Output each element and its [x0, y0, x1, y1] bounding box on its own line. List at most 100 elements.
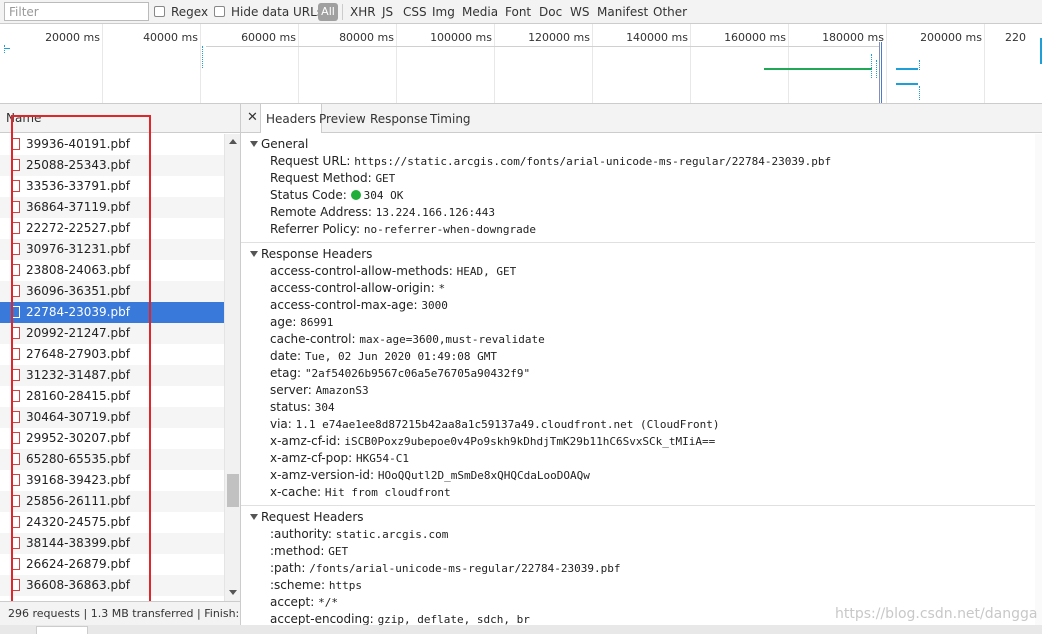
- header-row: access-control-max-age: 3000: [270, 297, 448, 314]
- request-name: 23808-24063.pbf: [26, 263, 130, 277]
- type-filter-doc[interactable]: Doc: [539, 4, 562, 20]
- timeline-request-bar: [764, 68, 872, 70]
- request-name: 30976-31231.pbf: [26, 242, 130, 256]
- header-key: x-cache:: [270, 485, 322, 499]
- type-filter-css[interactable]: CSS: [403, 4, 427, 20]
- request-list-scrollbar[interactable]: [224, 134, 240, 601]
- header-row: x-amz-cf-pop: HKG54-C1: [270, 450, 409, 467]
- request-row[interactable]: 30464-30719.pbf: [0, 407, 224, 428]
- type-filter-js[interactable]: JS: [382, 4, 393, 20]
- hide-data-urls-checkbox[interactable]: Hide data URLs: [214, 4, 323, 20]
- header-value: https: [328, 579, 362, 592]
- request-row[interactable]: 27648-27903.pbf: [0, 344, 224, 365]
- request-name: 36096-36351.pbf: [26, 284, 130, 298]
- timeline-overview[interactable]: 20000 ms 40000 ms 60000 ms 80000 ms 1000…: [0, 24, 1042, 104]
- file-icon: [11, 243, 20, 255]
- file-icon: [11, 579, 20, 591]
- request-row[interactable]: 36096-36351.pbf: [0, 281, 224, 302]
- request-row[interactable]: 33536-33791.pbf: [0, 176, 224, 197]
- scroll-thumb[interactable]: [227, 474, 239, 507]
- type-filter-img[interactable]: Img: [432, 4, 455, 20]
- section-general-toggle[interactable]: General: [250, 137, 308, 151]
- type-filter-ws[interactable]: WS: [570, 4, 589, 20]
- type-filter-manifest[interactable]: Manifest: [597, 4, 648, 20]
- name-column-header[interactable]: Name: [0, 104, 240, 133]
- header-row: Status Code: 304 OK: [270, 187, 403, 204]
- file-icon: [11, 285, 20, 297]
- header-row: :method: GET: [270, 543, 348, 560]
- file-icon: [11, 432, 20, 444]
- header-value: 304 OK: [363, 189, 404, 202]
- request-row[interactable]: 20992-21247.pbf: [0, 323, 224, 344]
- section-title: Response Headers: [261, 247, 373, 261]
- request-row[interactable]: 36608-36863.pbf: [0, 575, 224, 596]
- header-key: etag:: [270, 366, 302, 380]
- request-name: 65280-65535.pbf: [26, 452, 130, 466]
- detail-scrollbar[interactable]: [1035, 134, 1042, 634]
- type-filter-all[interactable]: All: [318, 3, 338, 21]
- request-row[interactable]: 28160-28415.pbf: [0, 386, 224, 407]
- request-row[interactable]: 31232-31487.pbf: [0, 365, 224, 386]
- request-row[interactable]: 29952-30207.pbf: [0, 428, 224, 449]
- header-key: cache-control:: [270, 332, 356, 346]
- scroll-down-arrow-icon[interactable]: [229, 590, 237, 595]
- request-row[interactable]: 22272-22527.pbf: [0, 218, 224, 239]
- section-response-headers-toggle[interactable]: Response Headers: [250, 247, 372, 261]
- header-value: */*: [318, 596, 338, 609]
- network-summary-status: 296 requests | 1.3 MB transferred | Fini…: [0, 601, 241, 625]
- request-row[interactable]: 24320-24575.pbf: [0, 512, 224, 533]
- header-value: GET: [375, 172, 396, 185]
- header-key: Referrer Policy:: [270, 222, 360, 236]
- request-name: 39936-40191.pbf: [26, 137, 130, 151]
- filter-input[interactable]: [4, 2, 149, 21]
- request-row[interactable]: 65280-65535.pbf: [0, 449, 224, 470]
- request-name: 26624-26879.pbf: [26, 557, 130, 571]
- timeline-request-bar: [206, 46, 880, 47]
- type-filter-font[interactable]: Font: [505, 4, 531, 20]
- request-row[interactable]: 25088-25343.pbf: [0, 155, 224, 176]
- request-name: 24320-24575.pbf: [26, 515, 130, 529]
- request-name: 33536-33791.pbf: [26, 179, 130, 193]
- tab-headers[interactable]: Headers: [260, 104, 322, 133]
- watermark-text: https://blog.csdn.net/dangga: [835, 606, 1038, 622]
- timeline-request-mark: [4, 45, 8, 53]
- header-value: 304: [314, 401, 335, 414]
- request-row[interactable]: 25856-26111.pbf: [0, 491, 224, 512]
- request-row-selected[interactable]: 22784-23039.pbf: [0, 302, 224, 323]
- request-name: 36608-36863.pbf: [26, 578, 130, 592]
- tab-preview[interactable]: Preview: [314, 104, 371, 132]
- header-key: access-control-max-age:: [270, 298, 418, 312]
- request-row[interactable]: 30976-31231.pbf: [0, 239, 224, 260]
- header-value: HOoQQutl2D_mSmDe8xQHQCdaLooDOAQw: [377, 469, 590, 482]
- request-row[interactable]: 38144-38399.pbf: [0, 533, 224, 554]
- request-name: 38144-38399.pbf: [26, 536, 130, 550]
- request-name: 22784-23039.pbf: [26, 305, 130, 319]
- type-filter-other[interactable]: Other: [653, 4, 687, 20]
- detail-tabbar: ✕ Headers Preview Response Timing: [241, 104, 1042, 133]
- timeline-tick: 40000 ms: [143, 31, 198, 44]
- request-row[interactable]: 39168-39423.pbf: [0, 470, 224, 491]
- close-icon[interactable]: ✕: [247, 110, 258, 125]
- header-value: 3000: [421, 299, 448, 312]
- request-row[interactable]: 26624-26879.pbf: [0, 554, 224, 575]
- header-row: status: 304: [270, 399, 335, 416]
- type-filter-xhr[interactable]: XHR: [350, 4, 376, 20]
- file-icon: [11, 159, 20, 171]
- file-icon: [11, 201, 20, 213]
- tab-response[interactable]: Response: [365, 104, 433, 132]
- regex-label: Regex: [171, 5, 209, 19]
- header-row: Remote Address: 13.224.166.126:443: [270, 204, 495, 221]
- scroll-up-arrow-icon[interactable]: [229, 139, 237, 144]
- request-name: 39168-39423.pbf: [26, 473, 130, 487]
- section-request-headers-toggle[interactable]: Request Headers: [250, 510, 364, 524]
- timeline-tick: 20000 ms: [45, 31, 100, 44]
- request-row[interactable]: 36864-37119.pbf: [0, 197, 224, 218]
- drawer-tab[interactable]: [36, 626, 88, 634]
- header-value: Hit from cloudfront: [324, 486, 451, 499]
- request-row[interactable]: 39936-40191.pbf: [0, 134, 224, 155]
- header-value: max-age=3600,must-revalidate: [359, 333, 545, 346]
- request-row[interactable]: 23808-24063.pbf: [0, 260, 224, 281]
- regex-checkbox[interactable]: Regex: [154, 4, 208, 20]
- tab-timing[interactable]: Timing: [425, 104, 476, 132]
- type-filter-media[interactable]: Media: [462, 4, 498, 20]
